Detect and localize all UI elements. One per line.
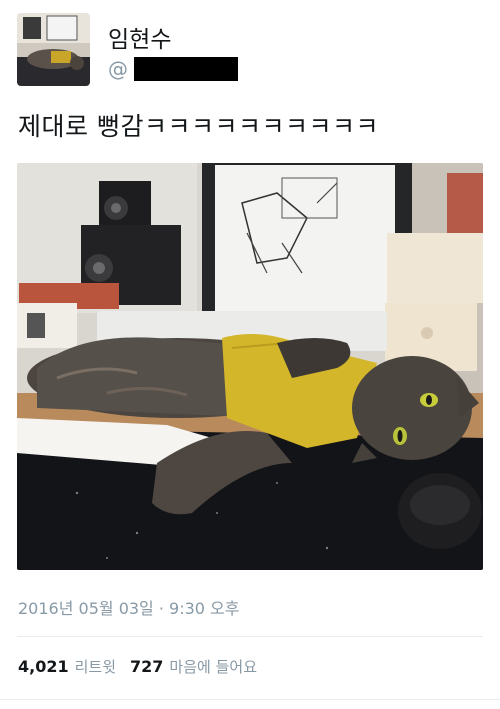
tweet-text: 제대로 뻥감ㅋㅋㅋㅋㅋㅋㅋㅋㅋㅋ [18,112,379,141]
tweet-timestamp[interactable]: 2016년 05월 03일 · 9:30 오후 [18,595,239,619]
handle-prefix: @ [108,56,128,81]
avatar-image [17,13,90,86]
retweet-label[interactable]: 리트윗 [75,656,116,677]
like-label[interactable]: 마음에 들어요 [169,656,257,677]
retweet-count[interactable]: 4,021 [18,657,69,676]
author-avatar[interactable] [17,13,90,86]
author-handle[interactable]: @ [108,56,238,81]
like-count[interactable]: 727 [130,657,163,676]
author-display-name[interactable]: 임현수 [108,20,171,54]
divider-bottom [0,699,500,700]
divider [17,636,483,637]
tweet-stats: 4,021 리트윗 727 마음에 들어요 [18,656,257,677]
handle-redaction [134,56,238,81]
tweet-photo[interactable] [17,163,483,570]
photo-cat-on-desk [17,163,483,570]
